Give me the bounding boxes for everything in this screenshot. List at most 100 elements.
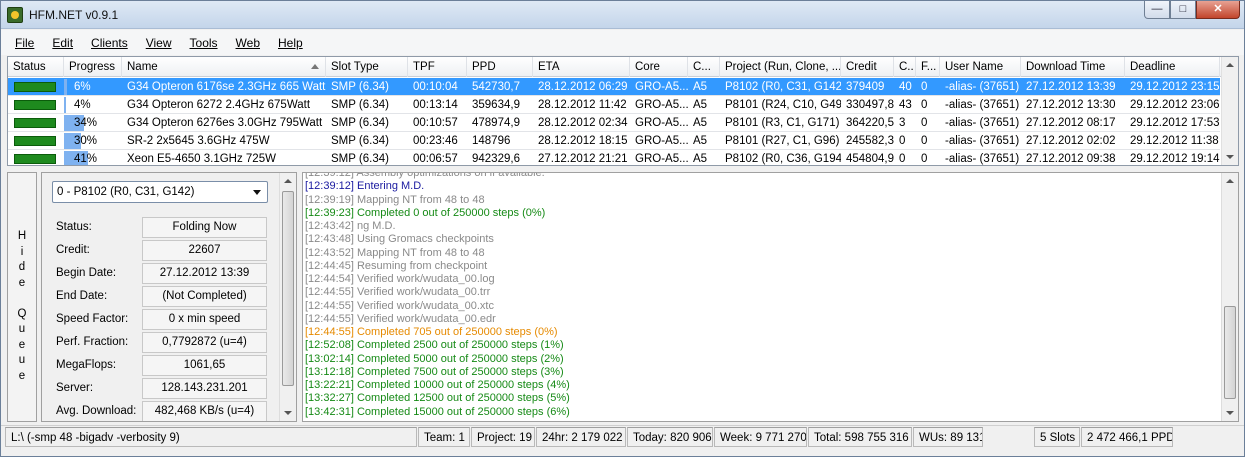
close-button[interactable]: ✕: [1196, 1, 1240, 19]
cell-user-name: -alias- (37651): [945, 135, 1020, 147]
column-header-user-name[interactable]: User Name: [940, 57, 1021, 77]
table-row[interactable]: 4% G34 Opteron 6272 2.4GHz 675Watt SMP (6.…: [8, 96, 1220, 114]
column-header-deadline[interactable]: Deadline: [1125, 57, 1220, 77]
queue-field-label: End Date:: [56, 290, 108, 302]
log-line: [12:39:19] Mapping NT from 48 to 48: [305, 193, 485, 206]
queue-field-value: 0 x min speed: [142, 309, 267, 330]
queue-field: Credit: 22607: [54, 240, 270, 261]
cell-credit: 245582,3: [846, 135, 894, 147]
cell-tpf: 00:23:46: [413, 135, 458, 147]
status-client-args: L:\ (-smp 48 -bigadv -verbosity 9): [5, 427, 417, 447]
column-header-eta[interactable]: ETA: [533, 57, 630, 77]
cell-progress: 30%: [64, 132, 122, 150]
log-scrollbar[interactable]: [1221, 173, 1238, 421]
log-line: [13:22:21] Completed 10000 out of 250000…: [305, 379, 570, 391]
cell-user-name: -alias- (37651): [945, 117, 1020, 129]
log-line: [12:44:45] Resuming from checkpoint: [305, 259, 488, 272]
table-row[interactable]: 34% G34 Opteron 6276es 3.0GHz 795Watt SMP …: [8, 114, 1220, 132]
menu-web[interactable]: Web: [236, 36, 260, 50]
queue-field-value: Folding Now: [142, 217, 267, 238]
progress-fill: [64, 97, 66, 113]
column-header-credit[interactable]: Credit: [841, 57, 894, 77]
cell-download-time: 27.12.2012 09:38: [1026, 153, 1116, 165]
log-lines: [12:39:12] Assembly optimizations on if …: [305, 172, 1220, 419]
queue-field-label: Begin Date:: [56, 267, 117, 279]
menu-file[interactable]: File: [15, 36, 34, 50]
caption-buttons: — □ ✕: [1144, 1, 1240, 21]
cell-deadline: 29.12.2012 19:14: [1130, 153, 1220, 165]
menu-edit[interactable]: Edit: [52, 36, 73, 50]
cell-download-time: 27.12.2012 13:39: [1026, 81, 1116, 93]
column-header-c1[interactable]: C...: [688, 57, 720, 77]
cell-credit: 364220,5: [846, 117, 894, 129]
queue-field-value: 482,468 KB/s (u=4): [142, 401, 267, 421]
cell-ppd: 542730,7: [472, 81, 520, 93]
scroll-down-icon[interactable]: [284, 411, 292, 415]
column-header-c2[interactable]: C..: [894, 57, 916, 77]
log-panel[interactable]: [12:39:12] Assembly optimizations on if …: [302, 172, 1239, 422]
cell-tpf: 00:06:57: [413, 153, 458, 165]
cell-c1: A5: [693, 117, 708, 129]
cell-core: GRO-A5...: [635, 99, 688, 111]
table-row[interactable]: 41% Xeon E5-4650 3.1GHz 725W SMP (6.34) 00:…: [8, 150, 1220, 165]
cell-core: GRO-A5...: [635, 135, 688, 147]
cell-progress: 6%: [64, 78, 122, 96]
column-header-ppd[interactable]: PPD: [467, 57, 533, 77]
cell-core: GRO-A5...: [635, 153, 688, 165]
column-header-f[interactable]: F...: [916, 57, 940, 77]
window-title: HFM.NET v0.9.1: [29, 8, 119, 22]
log-line: [12:39:12] Assembly optimizations on if …: [305, 172, 545, 179]
column-header-progress[interactable]: Progress: [64, 57, 122, 77]
column-header-status[interactable]: Status: [8, 57, 64, 77]
maximize-button[interactable]: □: [1170, 1, 1196, 19]
cell-user-name: -alias- (37651): [945, 153, 1020, 165]
menu-tools[interactable]: Tools: [190, 36, 218, 50]
cell-ppd: 942329,6: [472, 153, 520, 165]
menu-clients[interactable]: Clients: [91, 36, 128, 50]
queue-field: Speed Factor: 0 x min speed: [54, 309, 270, 330]
grid-scrollbar[interactable]: [1221, 57, 1238, 165]
column-header-name[interactable]: Name: [122, 57, 326, 77]
menu-view[interactable]: View: [146, 36, 172, 50]
app-window: HFM.NET v0.9.1 — □ ✕ File Edit Clients View…: [0, 0, 1245, 457]
cell-eta: 28.12.2012 11:42: [538, 99, 627, 111]
cell-name: G34 Opteron 6272 2.4GHz 675Watt: [127, 99, 311, 111]
scroll-down-icon[interactable]: [1226, 411, 1234, 415]
column-header-download-time[interactable]: Download Time: [1021, 57, 1125, 77]
hide-queue-button[interactable]: H i d e Q u e u e: [7, 172, 37, 422]
table-row[interactable]: 30% SR-2 2x5645 3.6GHz 475W SMP (6.34) 00:2…: [8, 132, 1220, 150]
cell-credit: 379409: [846, 81, 885, 93]
menu-help[interactable]: Help: [278, 36, 303, 50]
cell-slot-type: SMP (6.34): [331, 81, 389, 93]
cell-f: 0: [921, 81, 928, 93]
title-bar[interactable]: HFM.NET v0.9.1 — □ ✕: [1, 1, 1244, 29]
log-line: [12:43:48] Using Gromacs checkpoints: [305, 233, 494, 246]
queue-select-value: 0 - P8102 (R0, C31, G142): [57, 186, 195, 198]
status-ppd: 2 472 466,1 PPD: [1081, 427, 1173, 447]
cell-user-name: -alias- (37651): [945, 99, 1020, 111]
scroll-down-icon[interactable]: [1226, 155, 1234, 159]
cell-status: [8, 114, 64, 132]
column-header-project[interactable]: Project (Run, Clone, ...: [720, 57, 841, 77]
cell-user-name: -alias- (37651): [945, 81, 1020, 93]
table-row[interactable]: 6% G34 Opteron 6176se 2.3GHz 665 Watt SMP …: [8, 78, 1220, 96]
queue-select[interactable]: 0 - P8102 (R0, C31, G142): [52, 181, 268, 203]
minimize-button[interactable]: —: [1144, 1, 1170, 19]
scroll-thumb[interactable]: [282, 191, 294, 386]
column-header-core[interactable]: Core: [630, 57, 688, 77]
cell-name: G34 Opteron 6276es 3.0GHz 795Watt: [127, 117, 323, 129]
queue-scrollbar[interactable]: [279, 173, 296, 421]
scroll-up-icon[interactable]: [1226, 63, 1234, 67]
status-24hr: 24hr: 2 179 022: [536, 427, 626, 447]
slots-grid[interactable]: Status Progress Name Slot Type TPF PPD ETA Core…: [7, 56, 1239, 166]
queue-field: Avg. Download: 482,468 KB/s (u=4): [54, 401, 270, 421]
column-header-tpf[interactable]: TPF: [408, 57, 467, 77]
cell-tpf: 00:10:04: [413, 81, 458, 93]
cell-c2: 0: [899, 135, 906, 147]
scroll-up-icon[interactable]: [1226, 179, 1234, 183]
scroll-up-icon[interactable]: [284, 179, 292, 183]
column-header-slot-type[interactable]: Slot Type: [326, 57, 408, 77]
cell-download-time: 27.12.2012 13:30: [1026, 99, 1116, 111]
cell-f: 0: [921, 153, 928, 165]
scroll-thumb[interactable]: [1224, 306, 1236, 399]
